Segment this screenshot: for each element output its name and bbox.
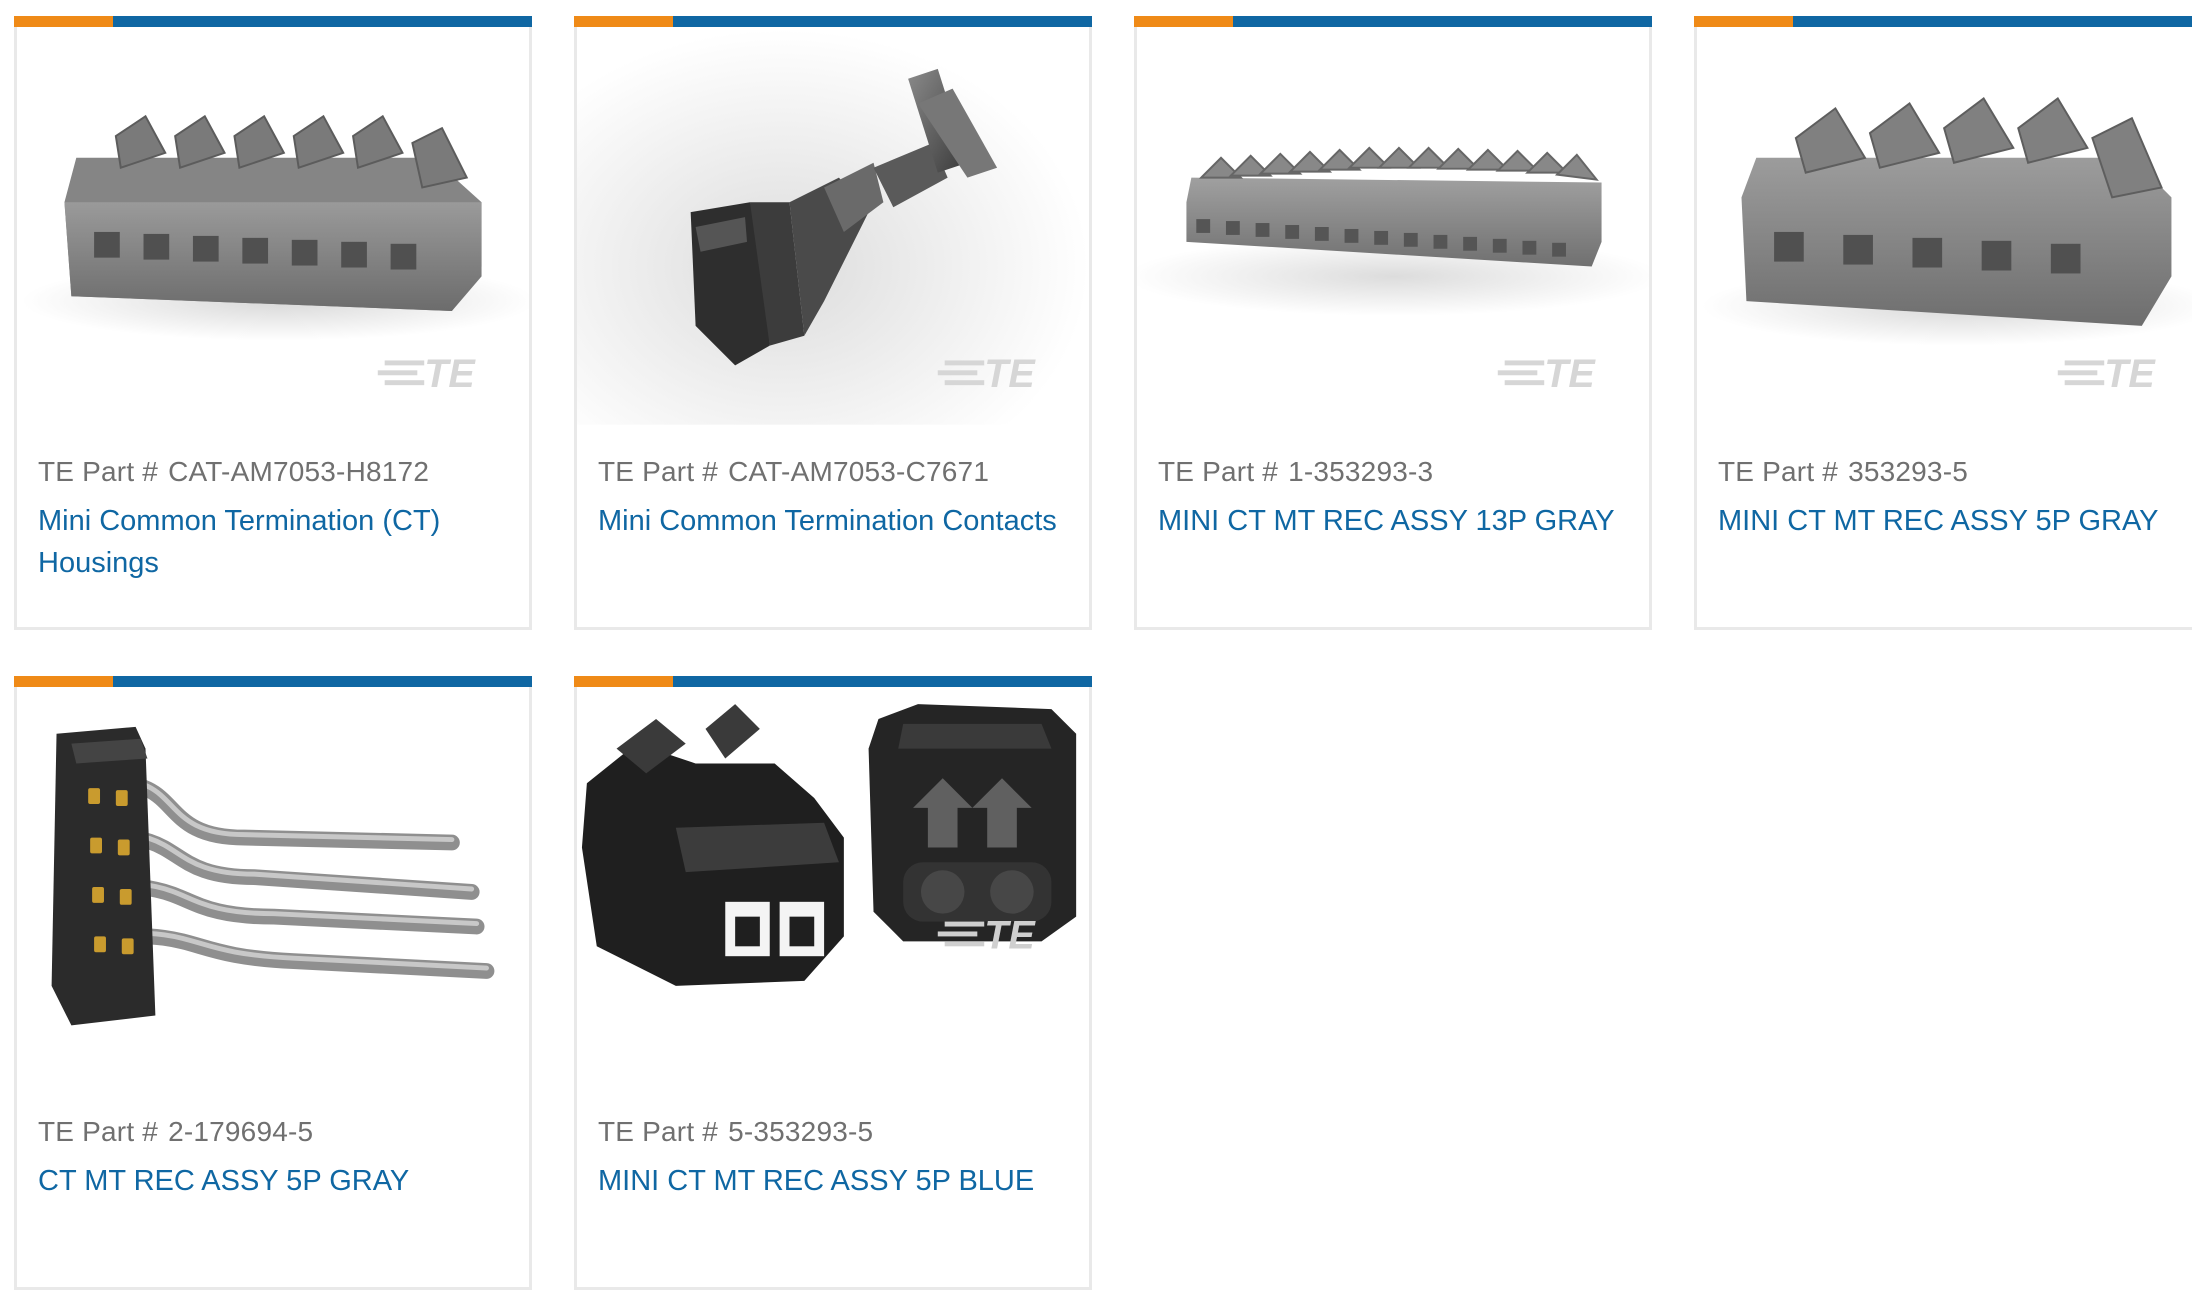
product-title-link[interactable]: Mini Common Termination (CT) Housings	[38, 500, 509, 584]
product-image[interactable]: TE	[1137, 27, 1649, 427]
card-accent-bar	[1134, 16, 1652, 27]
contact-icon: TE	[577, 29, 1089, 425]
product-title-link[interactable]: Mini Common Termination Contacts	[598, 500, 1069, 542]
product-image[interactable]: TE	[1697, 27, 2192, 427]
te-logo-watermark: TE	[2057, 352, 2156, 396]
card-accent-bar	[574, 16, 1092, 27]
part-number: TE Part #2-179694-5	[38, 1116, 314, 1147]
te-logo-watermark: TE	[1497, 352, 1596, 396]
part-number: TE Part # CAT-AM7053-C7671	[598, 456, 990, 487]
part-number: TE Part # CAT-AM7053-H8172	[38, 456, 430, 487]
product-card[interactable]: TE TE Part #353293-5 MINI CT MT REC ASSY…	[1694, 16, 2192, 630]
svg-text:TE: TE	[2104, 352, 2156, 396]
card-accent-bar	[574, 676, 1092, 687]
card-accent-bar	[14, 676, 532, 687]
part-number: TE Part #353293-5	[1718, 456, 1968, 487]
housing-13p-icon: TE	[1137, 146, 1649, 396]
product-image[interactable]: TE	[577, 27, 1089, 427]
housing-5p-icon: TE	[1702, 97, 2192, 396]
product-card[interactable]: TE TE Part #5-353293-5 MINI CT MT REC AS…	[574, 676, 1092, 1290]
housing-blue-icon: TE	[581, 704, 1077, 986]
svg-text:TE: TE	[984, 913, 1036, 957]
product-title-link[interactable]: MINI CT MT REC ASSY 5P GRAY	[1718, 500, 2189, 542]
right-angle-header-icon	[51, 726, 495, 1026]
product-image[interactable]: TE	[17, 27, 529, 427]
product-image[interactable]: TE	[577, 687, 1089, 1087]
part-number: TE Part #5-353293-5	[598, 1116, 874, 1147]
card-accent-bar	[1694, 16, 2192, 27]
product-title-link[interactable]: MINI CT MT REC ASSY 13P GRAY	[1158, 500, 1629, 542]
card-accent-bar	[14, 16, 532, 27]
product-title-link[interactable]: MINI CT MT REC ASSY 5P BLUE	[598, 1160, 1069, 1202]
product-card[interactable]: TE Part #2-179694-5 CT MT REC ASSY 5P GR…	[14, 676, 532, 1290]
product-card[interactable]: TE TE Part #1-353293-3 MINI CT MT REC AS…	[1134, 16, 1652, 630]
te-logo-watermark: TE	[377, 352, 476, 396]
svg-text:TE: TE	[424, 352, 476, 396]
product-card[interactable]: TE TE Part # CAT-AM7053-H8172 Mini Common…	[14, 16, 532, 630]
svg-text:TE: TE	[984, 352, 1036, 396]
part-number: TE Part #1-353293-3	[1158, 456, 1434, 487]
product-title-link[interactable]: CT MT REC ASSY 5P GRAY	[38, 1160, 509, 1202]
product-image[interactable]	[17, 687, 529, 1087]
housing-icon: TE	[22, 114, 529, 396]
product-card[interactable]: TE TE Part # CAT-AM7053-C7671 Mini Common…	[574, 16, 1092, 630]
svg-text:TE: TE	[1544, 352, 1596, 396]
product-grid: TE TE Part # CAT-AM7053-H8172 Mini Common…	[14, 16, 2192, 1290]
